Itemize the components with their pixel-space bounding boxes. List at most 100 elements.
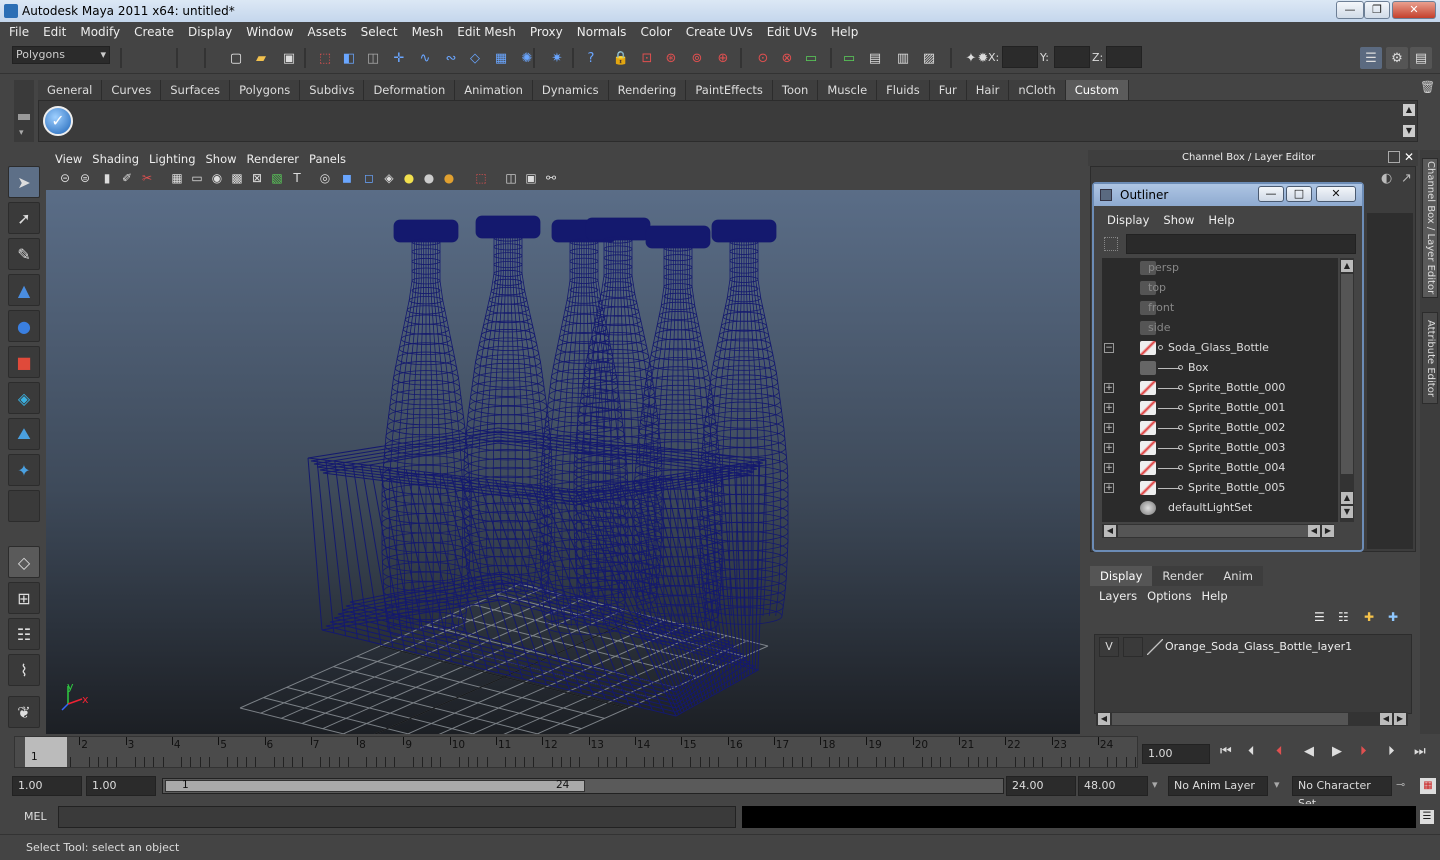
save-scene-icon[interactable]: ▣ [278, 47, 300, 69]
step-back-frame-icon[interactable]: ⏴ [1248, 744, 1255, 759]
character-set-dropdown[interactable]: No Character Set [1292, 776, 1392, 810]
scroll-left-icon[interactable]: ◀ [1380, 713, 1392, 725]
outliner-minimize-button[interactable]: — [1258, 186, 1284, 202]
help-query-icon[interactable]: ? [580, 47, 602, 69]
clapboard-icon[interactable]: ▨ [918, 47, 940, 69]
rotate-tool-icon[interactable]: ● [8, 310, 40, 342]
shelf-tab-hair[interactable]: Hair [966, 80, 1010, 100]
layer-horizontal-scrollbar[interactable]: ◀ ◀ ▶ [1096, 712, 1408, 726]
use-default-material-icon[interactable]: ◼ [338, 169, 356, 187]
scrollbar-thumb[interactable] [1112, 713, 1348, 725]
attribute-editor-side-tab[interactable]: Attribute Editor [1422, 312, 1438, 404]
outliner-menu-help[interactable]: Help [1201, 210, 1241, 230]
layer-tab-render[interactable]: Render [1152, 566, 1214, 586]
snap-curve-icon[interactable]: ∿ [414, 47, 436, 69]
command-language-label[interactable]: MEL [24, 810, 47, 823]
outliner-item-box[interactable]: Box [1102, 358, 1338, 378]
snap-grid-icon[interactable]: ✛ [388, 47, 410, 69]
go-to-start-icon[interactable]: ⏮ [1220, 744, 1232, 759]
viewport-menu-lighting[interactable]: Lighting [144, 152, 200, 166]
outliner-horizontal-scrollbar[interactable]: ◀ ◀ ▶ [1102, 524, 1334, 538]
image-plane-icon[interactable]: ✂ [138, 169, 156, 187]
outliner-item-side[interactable]: side [1102, 318, 1338, 338]
scroll-up-icon[interactable]: ▲ [1341, 260, 1353, 272]
minimize-button[interactable]: — [1336, 1, 1364, 19]
single-perspective-layout-icon[interactable]: ◇ [8, 546, 40, 578]
step-forward-frame-icon[interactable]: ⏵ [1388, 744, 1395, 759]
scroll-down-icon[interactable]: ▼ [1341, 506, 1353, 518]
menu-color[interactable]: Color [633, 25, 678, 39]
play-backwards-icon[interactable]: ◀ [1304, 744, 1314, 759]
menu-modify[interactable]: Modify [73, 25, 127, 39]
trash-icon[interactable]: 🗑 [1420, 80, 1435, 96]
camera-icon[interactable]: ▥ [892, 47, 914, 69]
xray-active-icon[interactable]: ▣ [522, 169, 540, 187]
shelf-tab-animation[interactable]: Animation [455, 80, 533, 100]
layer-color-swatch[interactable] [1147, 639, 1163, 655]
make-live-icon[interactable]: ▦ [490, 47, 512, 69]
output-icon[interactable]: ▭ [838, 47, 860, 69]
perspective-viewport[interactable]: y x [46, 190, 1080, 734]
shelf-tab-custom[interactable]: Custom [1065, 80, 1129, 100]
viewport-menu-show[interactable]: Show [201, 152, 242, 166]
outliner-menu-display[interactable]: Display [1100, 210, 1156, 230]
step-forward-key-icon[interactable]: ⏵ [1360, 744, 1367, 759]
grease-pencil-icon[interactable]: ✐ [118, 169, 136, 187]
camera-attributes-icon[interactable]: ⊜ [76, 169, 94, 187]
expand-icon[interactable]: + [1104, 383, 1114, 393]
shelf-tab-dynamics[interactable]: Dynamics [532, 80, 609, 100]
use-all-lights-icon[interactable]: ◈ [380, 169, 398, 187]
shelf-tab-ncloth[interactable]: nCloth [1009, 80, 1066, 100]
viewport-menu-shading[interactable]: Shading [87, 152, 144, 166]
universal-manipulator-icon[interactable]: ◈ [8, 382, 40, 414]
show-ui-icon[interactable]: ▤ [864, 47, 886, 69]
go-to-end-icon[interactable]: ⏭ [1414, 744, 1426, 759]
safe-action-icon[interactable]: ▩ [228, 169, 246, 187]
move-tool-icon[interactable]: ▲ [8, 274, 40, 306]
shelf-tab-subdivs[interactable]: Subdivs [300, 80, 365, 100]
float-panel-icon[interactable] [1388, 151, 1400, 163]
select-camera-icon[interactable]: ⊝ [56, 169, 74, 187]
shelf-menu-handle[interactable]: ▾ [14, 80, 34, 142]
x-input[interactable] [1002, 46, 1038, 68]
current-frame-marker[interactable]: 1 [25, 737, 67, 767]
four-view-layout-icon[interactable]: ⊞ [8, 582, 40, 614]
viewport-menu-renderer[interactable]: Renderer [242, 152, 305, 166]
expand-icon[interactable]: + [1104, 463, 1114, 473]
lasso-tool-icon[interactable]: ➚ [8, 202, 40, 234]
expand-icon[interactable]: + [1104, 403, 1114, 413]
shelf-tab-curves[interactable]: Curves [102, 80, 162, 100]
shelf-tab-general[interactable]: General [38, 80, 103, 100]
camera-focus-icon[interactable]: ⚯ [542, 169, 560, 187]
select-by-name-icon[interactable]: ⊡ [636, 47, 658, 69]
collapse-icon[interactable]: − [1104, 343, 1114, 353]
outliner-item-sprite-bottle-001[interactable]: + Sprite_Bottle_001 [1102, 398, 1338, 418]
menu-edit-uvs[interactable]: Edit UVs [760, 25, 824, 39]
shelf-tab-rendering[interactable]: Rendering [608, 80, 687, 100]
menu-window[interactable]: Window [239, 25, 300, 39]
outliner-item-top[interactable]: top [1102, 278, 1338, 298]
outliner-menu-show[interactable]: Show [1156, 210, 1201, 230]
new-layer-icon[interactable]: ✚ [1364, 610, 1374, 624]
shelf-tab-surfaces[interactable]: Surfaces [161, 80, 231, 100]
field-chart-icon[interactable]: ⊠ [248, 169, 266, 187]
outliner-item-soda-glass-bottle[interactable]: − Soda_Glass_Bottle [1102, 338, 1338, 358]
anim-layer-dropdown[interactable]: No Anim Layer [1168, 776, 1268, 796]
menu-display[interactable]: Display [181, 25, 239, 39]
outliner-item-sprite-bottle-005[interactable]: + Sprite_Bottle_005 [1102, 478, 1338, 498]
menu-create-uvs[interactable]: Create UVs [679, 25, 760, 39]
menu-select[interactable]: Select [354, 25, 405, 39]
layer-visibility-toggle[interactable]: V [1099, 637, 1119, 657]
outliner-item-sprite-bottle-003[interactable]: + Sprite_Bottle_003 [1102, 438, 1338, 458]
menu-create[interactable]: Create [127, 25, 181, 39]
bookmark-icon[interactable]: ▮ [98, 169, 116, 187]
snap-view-plane-icon[interactable]: ◇ [464, 47, 486, 69]
layer-tab-anim[interactable]: Anim [1213, 566, 1263, 586]
outliner-item-sprite-bottle-002[interactable]: + Sprite_Bottle_002 [1102, 418, 1338, 438]
checkmark-shelf-button[interactable]: ✓ [43, 106, 73, 136]
menu-set-dropdown[interactable]: Polygons ▾ [12, 46, 110, 64]
layer-tab-display[interactable]: Display [1090, 566, 1153, 586]
scroll-left-icon[interactable]: ◀ [1104, 525, 1116, 537]
command-input[interactable] [58, 806, 736, 828]
outliner-maximize-button[interactable]: □ [1286, 186, 1312, 202]
